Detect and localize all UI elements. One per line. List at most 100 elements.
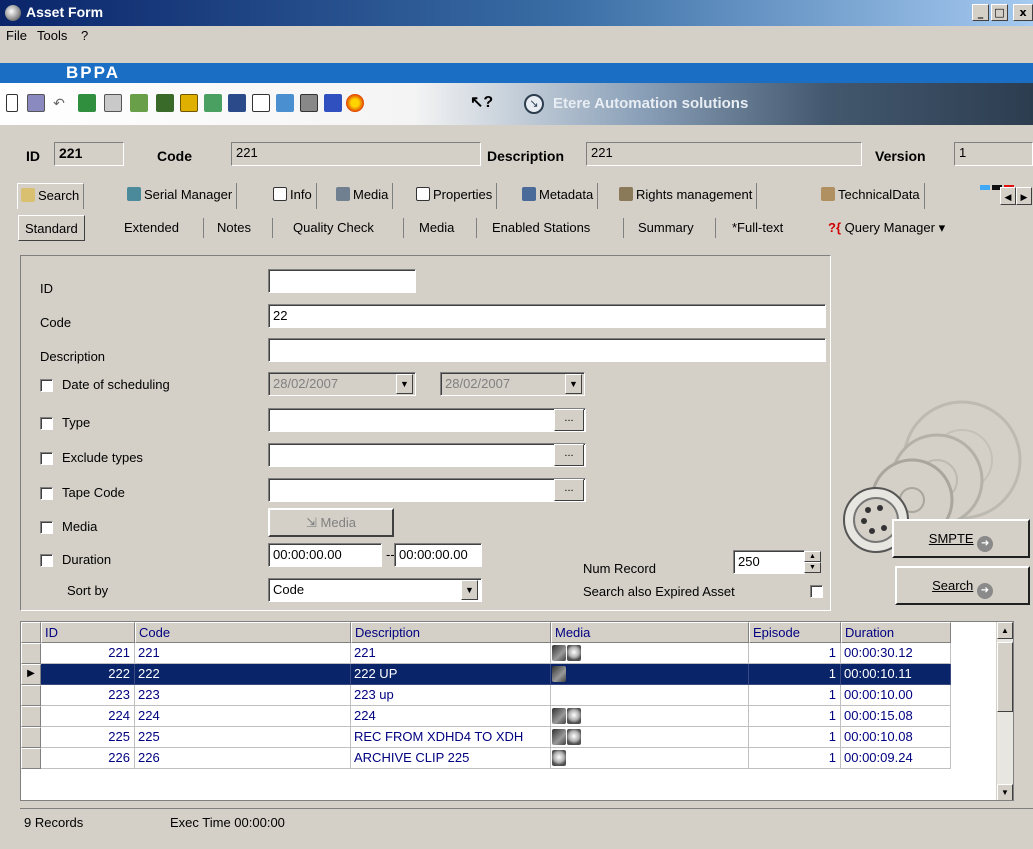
exclude-types-input[interactable] — [268, 443, 586, 467]
sort-by-select[interactable]: Code — [268, 578, 482, 602]
tab-media[interactable]: Media — [333, 183, 394, 209]
date-from-dropdown[interactable]: ▼ — [396, 374, 413, 394]
subtab-enabled-stations[interactable]: Enabled Stations — [486, 215, 596, 241]
row-header[interactable] — [21, 727, 41, 748]
table-row[interactable]: 225 225 REC FROM XDHD4 TO XDH 1 00:00:10.08 — [21, 727, 951, 748]
tree-icon[interactable] — [156, 94, 174, 112]
row-header[interactable] — [21, 706, 41, 727]
context-help-icon[interactable]: ↖? — [470, 92, 493, 112]
exclude-types-browse-button[interactable]: ... — [554, 444, 584, 466]
subtab-notes[interactable]: Notes — [211, 215, 257, 241]
save-icon[interactable] — [27, 94, 45, 112]
smpte-button-label: SMPTE — [928, 531, 974, 546]
tape-code-checkbox[interactable] — [40, 487, 53, 500]
export-icon[interactable] — [204, 94, 222, 112]
subtab-extended[interactable]: Extended — [118, 215, 185, 241]
play-icon[interactable] — [346, 94, 364, 112]
type-browse-button[interactable]: ... — [554, 409, 584, 431]
query-manager-menu[interactable]: ?{ Query Manager ▾ — [822, 215, 951, 241]
subtab-full-text[interactable]: *Full-text — [726, 215, 789, 241]
subtab-quality-check[interactable]: Quality Check — [287, 215, 380, 241]
new-document-icon[interactable] — [6, 94, 18, 112]
film-icon[interactable] — [180, 94, 198, 112]
date-to-dropdown[interactable]: ▼ — [565, 374, 582, 394]
subtab-media[interactable]: Media — [413, 215, 460, 241]
users-icon[interactable] — [276, 94, 294, 112]
monitor-icon[interactable] — [324, 94, 342, 112]
menu-help[interactable]: ? — [81, 28, 88, 43]
type-checkbox[interactable] — [40, 417, 53, 430]
scroll-thumb[interactable] — [997, 642, 1013, 712]
tab-properties[interactable]: Properties — [413, 183, 498, 209]
row-header[interactable]: ▶ — [21, 664, 41, 685]
wizard-icon[interactable] — [130, 94, 148, 112]
tab-metadata[interactable]: Metadata — [519, 183, 599, 209]
table-row[interactable]: ▶ 222 222 222 UP 1 00:00:10.11 — [21, 664, 951, 685]
undo-icon[interactable]: ↶ — [50, 94, 68, 112]
code-input[interactable]: 22 — [268, 304, 826, 328]
column-header-duration[interactable]: Duration — [841, 622, 951, 643]
row-header[interactable] — [21, 643, 41, 664]
subtab-separator — [623, 218, 624, 238]
table-row[interactable]: 223 223 223 up 1 00:00:10.00 — [21, 685, 951, 706]
maximize-button[interactable]: □ — [991, 4, 1008, 21]
minimize-button[interactable]: _ — [972, 4, 989, 21]
results-grid[interactable]: ID Code Description Media Episode Durati… — [20, 621, 1014, 801]
menu-tools[interactable]: Tools — [37, 28, 67, 43]
expired-asset-checkbox[interactable] — [810, 585, 823, 598]
info-icon — [273, 187, 287, 201]
tape-code-input[interactable] — [268, 478, 586, 502]
scroll-down-arrow[interactable]: ▼ — [997, 784, 1013, 800]
row-header[interactable] — [21, 748, 41, 769]
duration-checkbox[interactable] — [40, 554, 53, 567]
date-checkbox[interactable] — [40, 379, 53, 392]
type-input[interactable] — [268, 408, 586, 432]
column-header-id[interactable]: ID — [41, 622, 135, 643]
column-header-episode[interactable]: Episode — [749, 622, 841, 643]
date-to-input[interactable]: 28/02/2007 — [440, 372, 585, 396]
grid-vertical-scrollbar[interactable]: ▲ ▼ — [996, 622, 1013, 800]
tape-code-browse-button[interactable]: ... — [554, 479, 584, 501]
row-header[interactable] — [21, 685, 41, 706]
menu-file[interactable]: File — [6, 28, 27, 43]
close-button[interactable]: x — [1013, 4, 1033, 21]
exclude-types-checkbox[interactable] — [40, 452, 53, 465]
tab-rights-management[interactable]: Rights management — [616, 183, 758, 209]
refresh-icon[interactable] — [78, 94, 96, 112]
subtab-summary[interactable]: Summary — [632, 215, 700, 241]
sort-by-dropdown[interactable]: ▼ — [461, 580, 478, 600]
table-row[interactable]: 224 224 224 1 00:00:15.08 — [21, 706, 951, 727]
num-record-up[interactable]: ▲ — [804, 551, 821, 562]
duration-from-input[interactable]: 00:00:00.00 — [268, 543, 382, 567]
subtab-standard[interactable]: Standard — [18, 215, 85, 241]
tab-technical-data[interactable]: TechnicalData — [818, 183, 925, 209]
date-from-input[interactable]: 28/02/2007 — [268, 372, 416, 396]
rights-icon — [619, 187, 633, 201]
column-header-description[interactable]: Description — [351, 622, 551, 643]
tab-search[interactable]: Search — [17, 183, 85, 209]
search-button[interactable]: Search ➜ — [895, 566, 1030, 605]
duration-to-input[interactable]: 00:00:00.00 — [394, 543, 482, 567]
table-row[interactable]: 226 226 ARCHIVE CLIP 225 1 00:00:09.24 — [21, 748, 951, 769]
num-record-down[interactable]: ▼ — [804, 562, 821, 573]
preview-icon[interactable] — [252, 94, 270, 112]
clapper-icon[interactable] — [300, 94, 318, 112]
table-row[interactable]: 221 221 221 1 00:00:30.12 — [21, 643, 951, 664]
column-header-media[interactable]: Media — [551, 622, 749, 643]
scroll-up-arrow[interactable]: ▲ — [997, 622, 1013, 639]
media-button[interactable]: ⇲ Media — [268, 508, 394, 537]
tab-info[interactable]: Info — [270, 183, 317, 209]
tab-serial-manager[interactable]: Serial Manager — [124, 183, 238, 209]
copy-icon[interactable] — [104, 94, 122, 112]
id-input[interactable] — [268, 269, 416, 293]
tab-scroll-left[interactable]: ◀ — [1000, 187, 1016, 205]
column-header-code[interactable]: Code — [135, 622, 351, 643]
tab-scroll-right[interactable]: ▶ — [1016, 187, 1032, 205]
smpte-button[interactable]: SMPTE ➜ — [892, 519, 1030, 558]
video-media-icon — [552, 708, 566, 724]
num-record-input[interactable]: 250 — [733, 550, 805, 574]
media-checkbox[interactable] — [40, 521, 53, 534]
arrow-right-icon: ➜ — [976, 583, 993, 599]
description-input[interactable] — [268, 338, 826, 362]
binoculars-icon[interactable] — [228, 94, 246, 112]
